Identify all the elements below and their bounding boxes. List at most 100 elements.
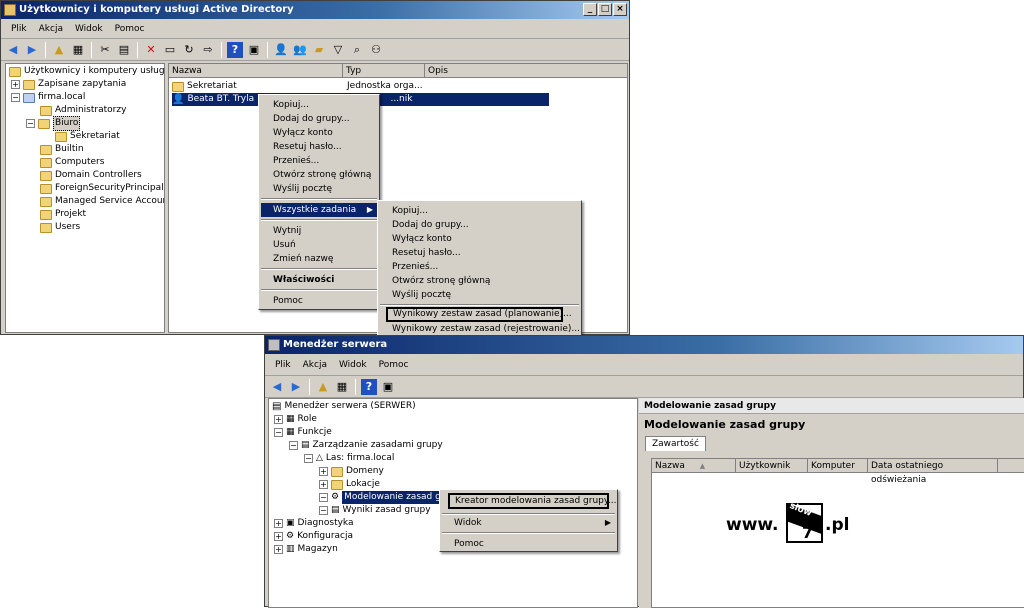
- add-to-group-icon[interactable]: ⚇: [368, 42, 384, 58]
- tree-managed-service[interactable]: Managed Service Accounts: [40, 195, 164, 208]
- sm-tree-konfiguracja[interactable]: + ⚙ Konfiguracja: [274, 530, 353, 543]
- sm-tree-funkcje[interactable]: − ▦ Funkcje: [274, 426, 332, 439]
- sm-menu-akcja[interactable]: Akcja: [297, 360, 333, 370]
- sm-tree-magazyn[interactable]: + ▥ Magazyn: [274, 543, 338, 556]
- back-icon[interactable]: ◀: [5, 42, 21, 58]
- sm-wyslij-poczte[interactable]: Wyślij pocztę: [380, 288, 579, 302]
- tree-foreign-security[interactable]: ForeignSecurityPrincipals: [40, 182, 164, 195]
- tree-saved-queries[interactable]: + Zapisane zapytania: [11, 78, 126, 91]
- tree-domain-controllers[interactable]: Domain Controllers: [40, 169, 142, 182]
- sm-menu-pomoc[interactable]: Pomoc: [373, 360, 415, 370]
- col-data-odswiezania[interactable]: Data ostatniego odświeżania: [868, 459, 998, 485]
- cut-icon[interactable]: ✂: [97, 42, 113, 58]
- server-icon: [268, 339, 280, 351]
- kreator-modelowania-item[interactable]: Kreator modelowania zasad grupy...: [448, 493, 617, 509]
- help-icon[interactable]: ?: [361, 378, 377, 395]
- tree-sekretariat[interactable]: Sekretariat: [55, 130, 120, 143]
- sm-kopiuj[interactable]: Kopiuj...: [380, 204, 579, 218]
- sm-wylacz-konto[interactable]: Wyłącz konto: [380, 232, 579, 246]
- cm-wylacz-konto[interactable]: Wyłącz konto: [261, 126, 377, 140]
- back-icon[interactable]: ◀: [269, 379, 285, 395]
- cm-wytnij[interactable]: Wytnij: [261, 224, 377, 238]
- filter-icon[interactable]: ▽: [330, 42, 346, 58]
- forward-icon[interactable]: ▶: [24, 42, 40, 58]
- ad-titlebar[interactable]: Użytkownicy i komputery usługi Active Di…: [1, 1, 629, 19]
- sm-tree-las[interactable]: − △ Las: firma.local: [304, 452, 394, 465]
- sm-tree-role[interactable]: + ▦ Role: [274, 413, 317, 426]
- list-row-sekretariat[interactable]: Sekretariat Jednostka orga...: [172, 80, 622, 93]
- col-typ[interactable]: Typ: [343, 64, 425, 78]
- forward-icon[interactable]: ▶: [288, 379, 304, 395]
- cm-resetuj-haslo[interactable]: Resetuj hasło...: [261, 140, 377, 154]
- new-group-icon[interactable]: 👥: [292, 42, 308, 58]
- close-button[interactable]: ×: [613, 3, 627, 16]
- cm-wlasciwosci[interactable]: Właściwości: [261, 273, 377, 287]
- sm-rsop-rejestrowanie[interactable]: Wynikowy zestaw zasad (rejestrowanie)...: [380, 322, 580, 336]
- sm-menu-plik[interactable]: Plik: [269, 360, 297, 370]
- sm-menu-widok[interactable]: Widok: [333, 360, 373, 370]
- sm-otworz-strone[interactable]: Otwórz stronę główną: [380, 274, 579, 288]
- sm-resetuj-haslo[interactable]: Resetuj hasło...: [380, 246, 579, 260]
- cm-wyslij-poczte[interactable]: Wyślij pocztę: [261, 182, 377, 196]
- console-icon[interactable]: ▣: [380, 379, 396, 395]
- show-tree-icon[interactable]: ▦: [70, 42, 86, 58]
- maximize-button[interactable]: □: [598, 3, 612, 16]
- cm-kopiuj[interactable]: Kopiuj...: [261, 98, 377, 112]
- sm-przenies[interactable]: Przenieś...: [380, 260, 579, 274]
- cm-dodaj-do-grupy[interactable]: Dodaj do grupy...: [261, 112, 377, 126]
- sm-dodaj-do-grupy[interactable]: Dodaj do grupy...: [380, 218, 579, 232]
- ad-title: Użytkownicy i komputery usługi Active Di…: [19, 4, 294, 15]
- sm-titlebar[interactable]: Menedżer serwera: [265, 336, 1023, 354]
- tab-zawartosc[interactable]: Zawartość: [645, 436, 706, 451]
- find-icon[interactable]: ⌕: [349, 42, 365, 58]
- show-tree-icon[interactable]: ▦: [334, 379, 350, 395]
- widok-item[interactable]: Widok ▶: [442, 516, 615, 530]
- help-icon[interactable]: ?: [227, 41, 243, 58]
- sm-tree-wyniki[interactable]: − ▤ Wyniki zasad grupy: [319, 504, 431, 517]
- col-nazwa[interactable]: Nazwa: [169, 64, 343, 78]
- sm-panel-title: Modelowanie zasad grupy: [644, 418, 806, 431]
- new-ou-icon[interactable]: ▰: [311, 42, 327, 58]
- col-nazwa[interactable]: Nazwa ▲: [652, 459, 736, 473]
- cm-wszystkie-zadania[interactable]: Wszystkie zadania ▶: [261, 203, 377, 217]
- minimize-button[interactable]: _: [583, 3, 597, 16]
- tree-biuro[interactable]: − Biuro: [26, 116, 81, 131]
- paste-icon[interactable]: ▤: [116, 42, 132, 58]
- console-icon[interactable]: ▣: [246, 42, 262, 58]
- sm-tree-gpm[interactable]: − ▤ Zarządzanie zasadami grupy: [289, 439, 443, 452]
- menu-akcja[interactable]: Akcja: [33, 24, 69, 34]
- sm-tree-lokacje[interactable]: + Lokacje: [319, 478, 380, 491]
- menu-plik[interactable]: Plik: [5, 24, 33, 34]
- properties-icon[interactable]: ▭: [162, 42, 178, 58]
- pomoc-item[interactable]: Pomoc: [442, 537, 615, 551]
- menu-widok[interactable]: Widok: [69, 24, 109, 34]
- new-user-icon[interactable]: 👤: [273, 42, 289, 58]
- tree-builtin[interactable]: Builtin: [40, 143, 84, 156]
- tree-domain[interactable]: − firma.local: [11, 91, 85, 104]
- expand-icon: +: [11, 80, 20, 89]
- tree-users[interactable]: Users: [40, 221, 80, 234]
- col-komputer[interactable]: Komputer: [808, 459, 868, 473]
- up-folder-icon[interactable]: ▲: [315, 379, 331, 395]
- cm-pomoc[interactable]: Pomoc: [261, 294, 377, 308]
- cm-usun[interactable]: Usuń: [261, 238, 377, 252]
- sm-tree-root[interactable]: ▤ Menedżer serwera (SERWER): [272, 400, 416, 413]
- cm-zmien-nazwe[interactable]: Zmień nazwę: [261, 252, 377, 266]
- cm-otworz-strone[interactable]: Otwórz stronę główną: [261, 168, 377, 182]
- tree-root[interactable]: Użytkownicy i komputery usługi Act: [9, 65, 164, 78]
- sm-tree-diagnostyka[interactable]: + ▣ Diagnostyka: [274, 517, 354, 530]
- col-opis[interactable]: Opis: [425, 64, 627, 78]
- menu-pomoc[interactable]: Pomoc: [109, 24, 151, 34]
- cm-przenies[interactable]: Przenieś...: [261, 154, 377, 168]
- sm-tree-domeny[interactable]: + Domeny: [319, 465, 384, 478]
- sm-rsop-planowanie[interactable]: Wynikowy zestaw zasad (planowanie)...: [386, 307, 572, 322]
- export-icon[interactable]: ⇨: [200, 42, 216, 58]
- tree-computers[interactable]: Computers: [40, 156, 104, 169]
- refresh-icon[interactable]: ↻: [181, 42, 197, 58]
- expand-icon: +: [319, 467, 328, 476]
- up-folder-icon[interactable]: ▲: [51, 42, 67, 58]
- collapse-icon: −: [319, 506, 328, 515]
- delete-icon[interactable]: ✕: [143, 42, 159, 58]
- col-uzytkownik[interactable]: Użytkownik: [736, 459, 808, 473]
- tree-projekt[interactable]: Projekt: [40, 208, 86, 221]
